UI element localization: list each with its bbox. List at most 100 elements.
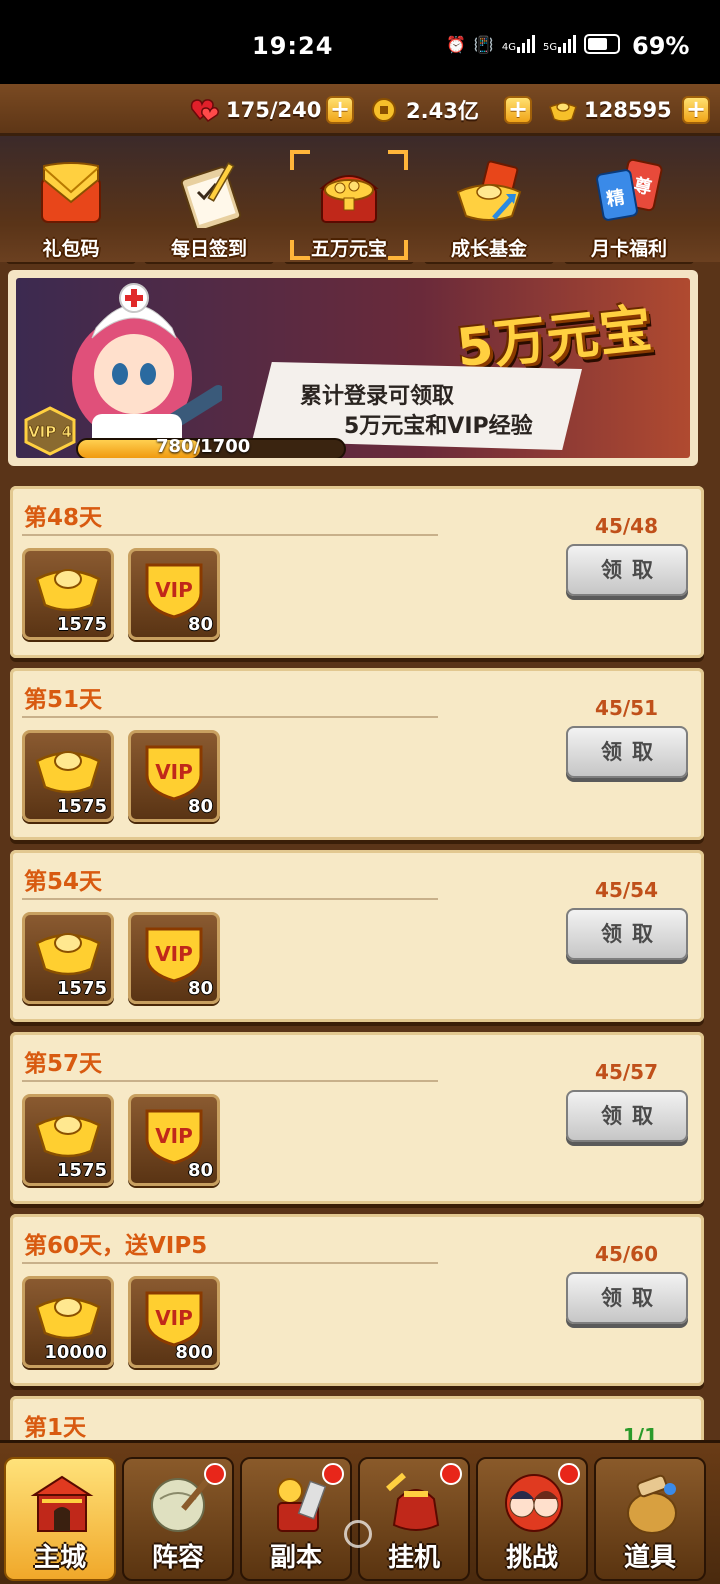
gold-ingot-icon xyxy=(35,933,101,976)
alarm-icon: ⏰ xyxy=(446,34,466,54)
challenge-icon xyxy=(505,1474,563,1532)
stamina-heart-icon xyxy=(190,99,220,122)
vip-progress-text: 780/1700 xyxy=(156,436,251,457)
idle-pouch-icon xyxy=(386,1472,440,1531)
add-ingots-button[interactable]: + xyxy=(682,96,710,124)
reward-gold-ingot[interactable]: 10000 xyxy=(22,1276,114,1368)
reward-qty: 80 xyxy=(187,1160,213,1181)
nav-dungeon[interactable]: 副本 xyxy=(240,1457,352,1581)
signal-4g-icon: 4G xyxy=(502,35,535,53)
task-card: 第57天 45/57 1575 VIP 80 领取 xyxy=(10,1032,704,1204)
reward-gold-ingot[interactable]: 1575 xyxy=(22,912,114,1004)
gold-ingot-icon xyxy=(35,751,101,794)
battery-icon xyxy=(584,34,621,54)
vip-shield-icon: VIP xyxy=(145,927,203,983)
add-coins-button[interactable]: + xyxy=(504,96,532,124)
tab-50k-ingots[interactable]: 五万元宝 xyxy=(284,150,414,264)
svg-text:VIP: VIP xyxy=(155,760,193,784)
daily-checkin-clipboard-icon xyxy=(180,162,242,228)
banner-title: 5万元宝 xyxy=(453,298,656,380)
gold-ingot-icon xyxy=(549,102,577,122)
stamina-value: 175/240 xyxy=(226,98,322,122)
reward-qty: 1575 xyxy=(56,978,107,999)
coins-value: 2.43亿 xyxy=(406,99,479,123)
reward-gold-ingot[interactable]: 1575 xyxy=(22,730,114,822)
bottom-nav: 主城 阵容 副本 挂机 挑战 道具 xyxy=(0,1440,720,1584)
gold-ingot-icon xyxy=(35,569,101,612)
reward-vip-exp[interactable]: VIP 80 xyxy=(128,730,220,822)
reward-vip-exp[interactable]: VIP 80 xyxy=(128,548,220,640)
monthly-card-icon: 尊 精 xyxy=(596,158,663,221)
nav-lineup[interactable]: 阵容 xyxy=(122,1457,234,1581)
gift-envelope-icon xyxy=(41,162,101,223)
activity-tab-strip: 礼包码 每日签到 五万元宝 成长基金 尊 精 月卡福利 xyxy=(0,136,720,264)
claim-button[interactable]: 领取 xyxy=(566,1272,688,1324)
status-icons: ⏰ 📳 4G 5G xyxy=(446,34,621,54)
reward-vip-exp[interactable]: VIP 80 xyxy=(128,912,220,1004)
task-day-label: 第48天 xyxy=(24,505,103,531)
nav-challenge[interactable]: 挑战 xyxy=(476,1457,588,1581)
task-card: 第48天 45/48 1575 VIP 80 领取 xyxy=(10,486,704,658)
vip-shield-icon: VIP xyxy=(145,1109,203,1165)
system-status-bar: 19:24 ⏰ 📳 4G 5G 69% xyxy=(0,0,720,84)
main-city-gate-icon xyxy=(30,1475,94,1532)
task-progress: 45/57 xyxy=(595,1060,658,1084)
task-progress: 45/60 xyxy=(595,1242,658,1266)
tab-gift-code[interactable]: 礼包码 xyxy=(6,150,136,264)
coins-resource: 2.43亿 xyxy=(370,94,479,126)
add-stamina-button[interactable]: + xyxy=(326,96,354,124)
dungeon-icon xyxy=(277,1478,327,1532)
notification-dot xyxy=(204,1463,226,1485)
battery-percent: 69% xyxy=(632,32,690,60)
reward-qty: 1575 xyxy=(56,796,107,817)
tab-monthly-card-label: 月卡福利 xyxy=(590,238,667,260)
ingots-resource: 128595 xyxy=(548,94,672,126)
reward-qty: 1575 xyxy=(56,1160,107,1181)
gold-ingot-icon xyxy=(35,1115,101,1158)
reward-qty: 800 xyxy=(175,1342,213,1363)
nav-items[interactable]: 道具 xyxy=(594,1457,706,1581)
svg-text:VIP: VIP xyxy=(155,1124,193,1148)
nav-label: 阵容 xyxy=(151,1543,204,1573)
system-home-indicator[interactable] xyxy=(344,1520,372,1548)
task-progress: 45/51 xyxy=(595,696,658,720)
task-card: 第1天 1/1 xyxy=(10,1396,704,1440)
growth-fund-ingot-icon xyxy=(456,160,522,221)
status-time: 19:24 xyxy=(252,32,334,60)
claim-button[interactable]: 领取 xyxy=(566,1090,688,1142)
nav-label: 主城 xyxy=(33,1543,86,1573)
reward-task-list[interactable]: 第48天 45/48 1575 VIP 80 领取 第51天 45/51 157… xyxy=(0,472,720,1440)
nav-label: 挑战 xyxy=(505,1543,558,1573)
vip-shield-icon: VIP xyxy=(145,745,203,801)
reward-qty: 1575 xyxy=(56,614,107,635)
reward-gold-ingot[interactable]: 1575 xyxy=(22,548,114,640)
claim-button[interactable]: 领取 xyxy=(566,908,688,960)
nav-idle[interactable]: 挂机 xyxy=(358,1457,470,1581)
nav-label: 道具 xyxy=(623,1543,676,1573)
notification-dot xyxy=(440,1463,462,1485)
nav-label: 副本 xyxy=(269,1543,322,1573)
tab-50k-ingots-label: 五万元宝 xyxy=(310,238,387,260)
reward-qty: 10000 xyxy=(44,1342,107,1363)
claim-button[interactable]: 领取 xyxy=(566,544,688,596)
reward-vip-exp[interactable]: VIP 800 xyxy=(128,1276,220,1368)
notification-dot xyxy=(322,1463,344,1485)
task-day-label: 第51天 xyxy=(24,687,103,713)
svg-text:VIP: VIP xyxy=(155,578,193,602)
tab-growth-fund[interactable]: 成长基金 xyxy=(424,150,554,264)
notification-dot xyxy=(558,1463,580,1485)
stamina-resource: 175/240 xyxy=(190,94,321,126)
task-card: 第54天 45/54 1575 VIP 80 领取 xyxy=(10,850,704,1022)
reward-vip-exp[interactable]: VIP 80 xyxy=(128,1094,220,1186)
task-progress: 1/1 xyxy=(622,1424,658,1440)
vip-shield-icon: VIP xyxy=(145,1291,203,1347)
svg-text:VIP: VIP xyxy=(155,942,193,966)
reward-gold-ingot[interactable]: 1575 xyxy=(22,1094,114,1186)
resource-bar: 175/240 + 2.43亿 + 128595 + xyxy=(0,84,720,136)
nav-main-city[interactable]: 主城 xyxy=(4,1457,116,1581)
tab-monthly-card[interactable]: 尊 精 月卡福利 xyxy=(564,150,694,264)
reward-qty: 80 xyxy=(187,796,213,817)
banner-desc-line1: 累计登录可领取 xyxy=(300,384,455,409)
tab-daily-checkin[interactable]: 每日签到 xyxy=(144,150,274,264)
claim-button[interactable]: 领取 xyxy=(566,726,688,778)
